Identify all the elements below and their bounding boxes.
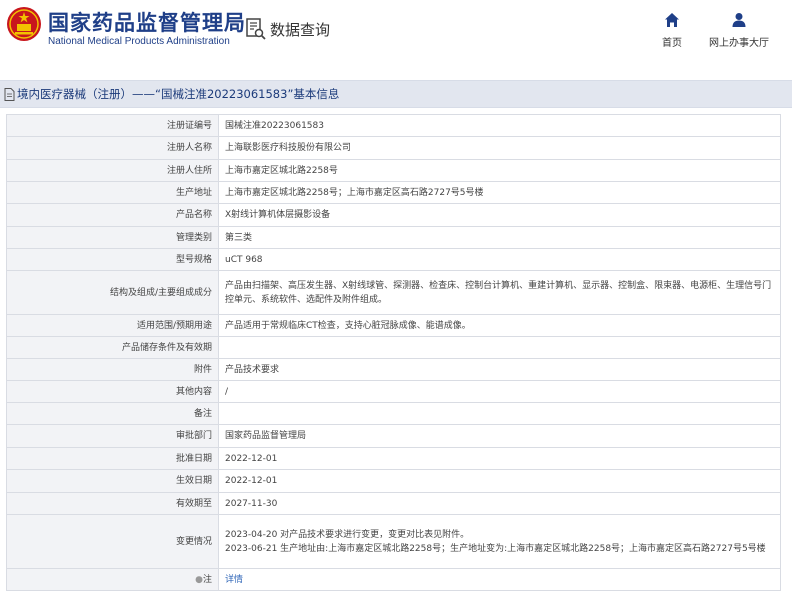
nav-home-label: 首页 (662, 38, 682, 49)
row-label: 变更情况 (6, 514, 219, 569)
row-label: 附件 (6, 358, 219, 381)
row-value: 产品由扫描架、高压发生器、X射线球管、探测器、检查床、控制台计算机、重建计算机、… (218, 270, 781, 315)
row-label: 审批部门 (6, 424, 219, 448)
table-row: 注册证编号 国械注准20223061583 (6, 114, 781, 137)
user-icon (732, 13, 746, 27)
page-title-bar: 境内医疗器械（注册）——“国械注准20223061583”基本信息 (0, 80, 792, 108)
row-value: 上海市嘉定区城北路2258号；上海市嘉定区高石路2727号5号楼 (218, 181, 781, 204)
row-value: 第三类 (218, 226, 781, 249)
row-label: 生效日期 (6, 469, 219, 493)
table-row: 审批部门 国家药品监督管理局 (6, 424, 781, 448)
row-label: 其他内容 (6, 380, 219, 403)
row-value: 2023-04-20 对产品技术要求进行变更，变更对比表见附件。 2023-06… (218, 514, 781, 569)
row-value: / (218, 380, 781, 403)
row-value: 国械注准20223061583 (218, 114, 781, 137)
table-row: 适用范围/预期用途 产品适用于常规临床CT检查，支持心脏冠脉成像、能谱成像。 (6, 314, 781, 337)
row-value: 产品适用于常规临床CT检查，支持心脏冠脉成像、能谱成像。 (218, 314, 781, 337)
table-row: 有效期至 2027-11-30 (6, 492, 781, 515)
row-value: 上海联影医疗科技股份有限公司 (218, 136, 781, 160)
note-label-cell: ●注 (6, 568, 219, 591)
row-label: 批准日期 (6, 447, 219, 470)
site-name-en: National Medical Products Administration (48, 36, 230, 47)
table-row: 注册人名称 上海联影医疗科技股份有限公司 (6, 136, 781, 160)
row-label: 注册人名称 (6, 136, 219, 160)
table-row: 产品储存条件及有效期 (6, 336, 781, 359)
table-row: 备注 (6, 402, 781, 425)
table-row: 产品名称 X射线计算机体层摄影设备 (6, 203, 781, 227)
table-row: 型号规格 uCT 968 (6, 248, 781, 271)
table-row: 管理类别 第三类 (6, 226, 781, 249)
table-row: 结构及组成/主要组成成分 产品由扫描架、高压发生器、X射线球管、探测器、检查床、控… (6, 270, 781, 315)
row-value (218, 336, 781, 359)
home-icon (665, 13, 679, 27)
nav-service-label: 网上办事大厅 (709, 38, 769, 49)
site-name-cn[interactable]: 国家药品监督管理局 (48, 7, 246, 37)
row-label: 有效期至 (6, 492, 219, 515)
table-row: ●注 详情 (6, 568, 781, 591)
note-label: 注 (202, 574, 212, 585)
page-title: 境内医疗器械（注册）——“国械注准20223061583”基本信息 (17, 87, 340, 101)
data-query-label: 数据查询 (270, 20, 331, 39)
nav-home[interactable]: 首页 (656, 12, 688, 49)
row-label: 产品名称 (6, 203, 219, 227)
row-label: 备注 (6, 402, 219, 425)
row-label: 生产地址 (6, 181, 219, 204)
basic-info-table: 注册证编号 国械注准20223061583 注册人名称 上海联影医疗科技股份有限公司注… (6, 114, 781, 591)
row-value: 2027-11-30 (218, 492, 781, 515)
row-value: uCT 968 (218, 248, 781, 271)
row-label: 管理类别 (6, 226, 219, 249)
details-link[interactable]: 详情 (225, 575, 243, 585)
table-row: 变更情况 2023-04-20 对产品技术要求进行变更，变更对比表见附件。 202… (6, 514, 781, 569)
row-value: 产品技术要求 (218, 358, 781, 381)
table-row: 附件 产品技术要求 (6, 358, 781, 381)
nav-online-service[interactable]: 网上办事大厅 (706, 12, 772, 49)
note-value-cell: 详情 (218, 568, 781, 591)
row-value (218, 402, 781, 425)
row-label: 适用范围/预期用途 (6, 314, 219, 337)
table-row: 其他内容 / (6, 380, 781, 403)
row-label: 结构及组成/主要组成成分 (6, 270, 219, 315)
national-emblem-icon[interactable] (6, 6, 42, 42)
pin-icon: ● (195, 574, 203, 585)
row-value: 2022-12-01 (218, 469, 781, 493)
row-value: 国家药品监督管理局 (218, 424, 781, 448)
row-label: 型号规格 (6, 248, 219, 271)
row-value: 上海市嘉定区城北路2258号 (218, 159, 781, 182)
row-label: 注册人住所 (6, 159, 219, 182)
data-query-link[interactable]: 数据查询 (246, 17, 330, 41)
row-label: 产品储存条件及有效期 (6, 336, 219, 359)
row-value: X射线计算机体层摄影设备 (218, 203, 781, 227)
document-search-icon (246, 18, 266, 40)
document-icon (4, 87, 15, 101)
table-row: 批准日期 2022-12-01 (6, 447, 781, 470)
table-row: 生效日期 2022-12-01 (6, 469, 781, 493)
table-row: 生产地址 上海市嘉定区城北路2258号；上海市嘉定区高石路2727号5号楼 (6, 181, 781, 204)
row-label: 注册证编号 (6, 114, 219, 137)
row-value: 2022-12-01 (218, 447, 781, 470)
site-header: 国家药品监督管理局 National Medical Products Admi… (0, 0, 792, 64)
table-row: 注册人住所 上海市嘉定区城北路2258号 (6, 159, 781, 182)
